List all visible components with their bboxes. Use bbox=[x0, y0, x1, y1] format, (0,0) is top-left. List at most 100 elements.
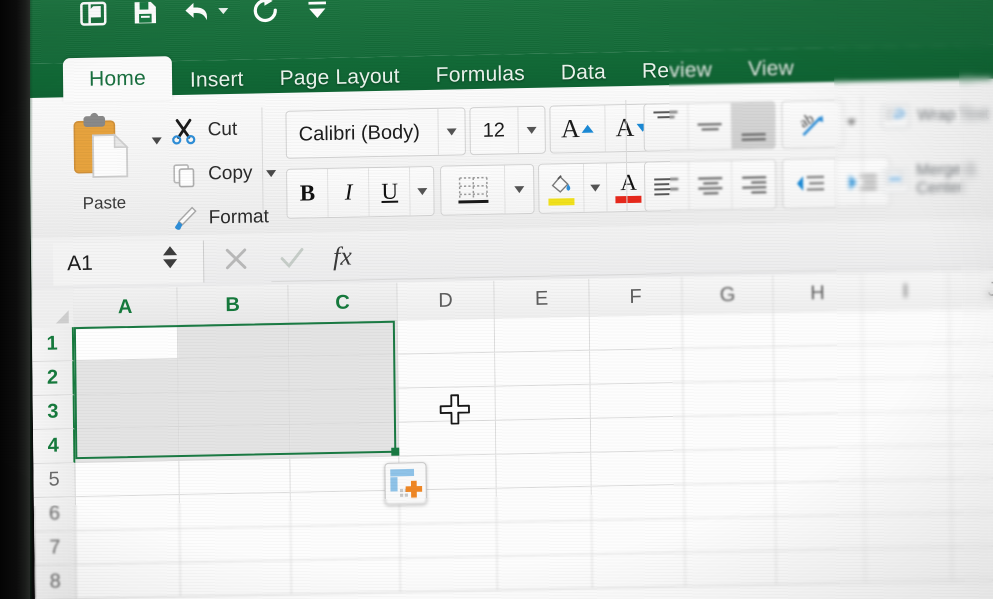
cell-E3[interactable] bbox=[495, 384, 591, 421]
cell-E5[interactable] bbox=[496, 452, 592, 489]
cell-E4[interactable] bbox=[495, 418, 592, 455]
increase-font-size-button[interactable]: A bbox=[550, 105, 606, 153]
cell-G6[interactable] bbox=[684, 483, 777, 519]
cell-E7[interactable] bbox=[497, 520, 593, 557]
font-name-caret[interactable] bbox=[439, 127, 465, 136]
fill-handle[interactable] bbox=[391, 447, 400, 456]
cell-E2[interactable] bbox=[495, 350, 591, 387]
cell-E8[interactable] bbox=[497, 554, 593, 591]
column-header-H[interactable]: H bbox=[773, 273, 863, 315]
cell-J4[interactable] bbox=[950, 409, 993, 446]
spinner-up-icon[interactable] bbox=[162, 246, 178, 256]
cell-G3[interactable] bbox=[683, 381, 775, 417]
tab-data[interactable]: Data bbox=[543, 53, 625, 93]
cell-I3[interactable] bbox=[863, 377, 951, 414]
cell-F1[interactable] bbox=[589, 314, 684, 351]
cell-A8[interactable] bbox=[76, 563, 181, 599]
align-bottom-button[interactable] bbox=[731, 102, 775, 149]
cell-I6[interactable] bbox=[864, 479, 953, 516]
font-size-select[interactable]: 12 bbox=[469, 105, 546, 156]
cell-A5[interactable] bbox=[75, 461, 180, 498]
cell-G4[interactable] bbox=[683, 415, 776, 451]
merge-center-button[interactable]: Merge & Center bbox=[882, 160, 993, 199]
format-painter-button[interactable]: Format bbox=[170, 203, 269, 233]
cell-I8[interactable] bbox=[865, 547, 953, 584]
tab-review[interactable]: Review bbox=[624, 51, 730, 91]
select-all-button[interactable] bbox=[31, 289, 75, 329]
cell-G5[interactable] bbox=[684, 449, 776, 485]
name-box[interactable]: A1 bbox=[52, 240, 205, 286]
decrease-indent-button[interactable] bbox=[782, 158, 837, 208]
row-header-1[interactable]: 1 bbox=[31, 327, 75, 362]
cell-A7[interactable] bbox=[76, 529, 181, 566]
align-top-button[interactable] bbox=[644, 103, 689, 151]
font-size-caret[interactable] bbox=[519, 126, 545, 134]
cell-C5[interactable] bbox=[290, 456, 400, 493]
cell-F6[interactable] bbox=[591, 484, 686, 521]
cell-C8[interactable] bbox=[291, 558, 401, 595]
name-box-spinner[interactable] bbox=[162, 246, 178, 269]
fill-color-button[interactable] bbox=[539, 163, 585, 213]
cell-G7[interactable] bbox=[685, 517, 777, 553]
cell-A6[interactable] bbox=[75, 495, 181, 532]
customize-toolbar-button[interactable] bbox=[302, 0, 332, 24]
column-header-F[interactable]: F bbox=[589, 276, 683, 318]
cell-F7[interactable] bbox=[592, 518, 686, 555]
cell-A2[interactable] bbox=[74, 359, 179, 396]
borders-dropdown-caret[interactable] bbox=[505, 164, 533, 214]
paste-dropdown-caret[interactable] bbox=[151, 137, 162, 145]
cell-G2[interactable] bbox=[683, 347, 775, 383]
paste-button[interactable]: Paste bbox=[57, 110, 150, 215]
confirm-entry-button[interactable] bbox=[277, 242, 307, 273]
cell-J2[interactable] bbox=[950, 341, 993, 378]
align-middle-button[interactable] bbox=[688, 102, 733, 150]
cut-button[interactable]: Cut bbox=[169, 116, 237, 145]
cell-E6[interactable] bbox=[496, 486, 593, 523]
cell-J5[interactable] bbox=[951, 443, 993, 480]
cell-I5[interactable] bbox=[864, 445, 952, 482]
column-header-G[interactable]: G bbox=[682, 275, 774, 316]
cell-area[interactable] bbox=[73, 307, 993, 599]
wrap-text-button[interactable]: Wrap Text bbox=[881, 103, 989, 129]
cell-C2[interactable] bbox=[289, 354, 399, 391]
column-header-J[interactable]: J bbox=[949, 269, 993, 311]
italic-button[interactable]: I bbox=[328, 168, 370, 218]
cell-D2[interactable] bbox=[398, 352, 496, 389]
font-name-select[interactable]: Calibri (Body) bbox=[285, 107, 466, 159]
cell-F2[interactable] bbox=[590, 348, 684, 385]
cell-B5[interactable] bbox=[179, 458, 291, 496]
row-header-4[interactable]: 4 bbox=[33, 429, 76, 464]
cell-C6[interactable] bbox=[290, 490, 401, 527]
cell-A4[interactable] bbox=[75, 427, 180, 464]
row-header-3[interactable]: 3 bbox=[32, 395, 76, 430]
cell-F8[interactable] bbox=[592, 552, 686, 589]
cell-H3[interactable] bbox=[774, 379, 864, 416]
copy-button[interactable]: Copy bbox=[170, 159, 277, 189]
orientation-button[interactable]: ab bbox=[782, 100, 842, 148]
align-right-button[interactable] bbox=[732, 160, 776, 209]
cell-B2[interactable] bbox=[178, 356, 290, 394]
cell-H6[interactable] bbox=[775, 481, 866, 518]
column-header-A[interactable]: A bbox=[73, 287, 178, 330]
cell-B6[interactable] bbox=[179, 492, 292, 530]
underline-dropdown-caret[interactable] bbox=[410, 166, 434, 216]
row-header-2[interactable]: 2 bbox=[32, 361, 75, 396]
tab-page-layout[interactable]: Page Layout bbox=[261, 57, 418, 98]
row-header-8[interactable]: 8 bbox=[34, 565, 77, 599]
cell-B4[interactable] bbox=[179, 424, 291, 462]
cell-C7[interactable] bbox=[291, 524, 401, 561]
sidebar-toggle-button[interactable] bbox=[78, 0, 108, 29]
cell-H7[interactable] bbox=[776, 515, 866, 552]
align-center-button[interactable] bbox=[688, 160, 733, 210]
cell-D7[interactable] bbox=[400, 522, 498, 559]
cell-B7[interactable] bbox=[180, 526, 292, 564]
cancel-entry-button[interactable] bbox=[221, 244, 251, 275]
row-header-5[interactable]: 5 bbox=[33, 463, 76, 498]
fill-color-caret[interactable] bbox=[583, 163, 608, 212]
orientation-dropdown-caret[interactable] bbox=[847, 119, 856, 126]
align-left-button[interactable] bbox=[645, 161, 690, 211]
cell-D8[interactable] bbox=[400, 556, 498, 593]
cell-I2[interactable] bbox=[863, 343, 951, 380]
undo-button[interactable] bbox=[182, 0, 229, 27]
cell-B8[interactable] bbox=[180, 560, 292, 598]
